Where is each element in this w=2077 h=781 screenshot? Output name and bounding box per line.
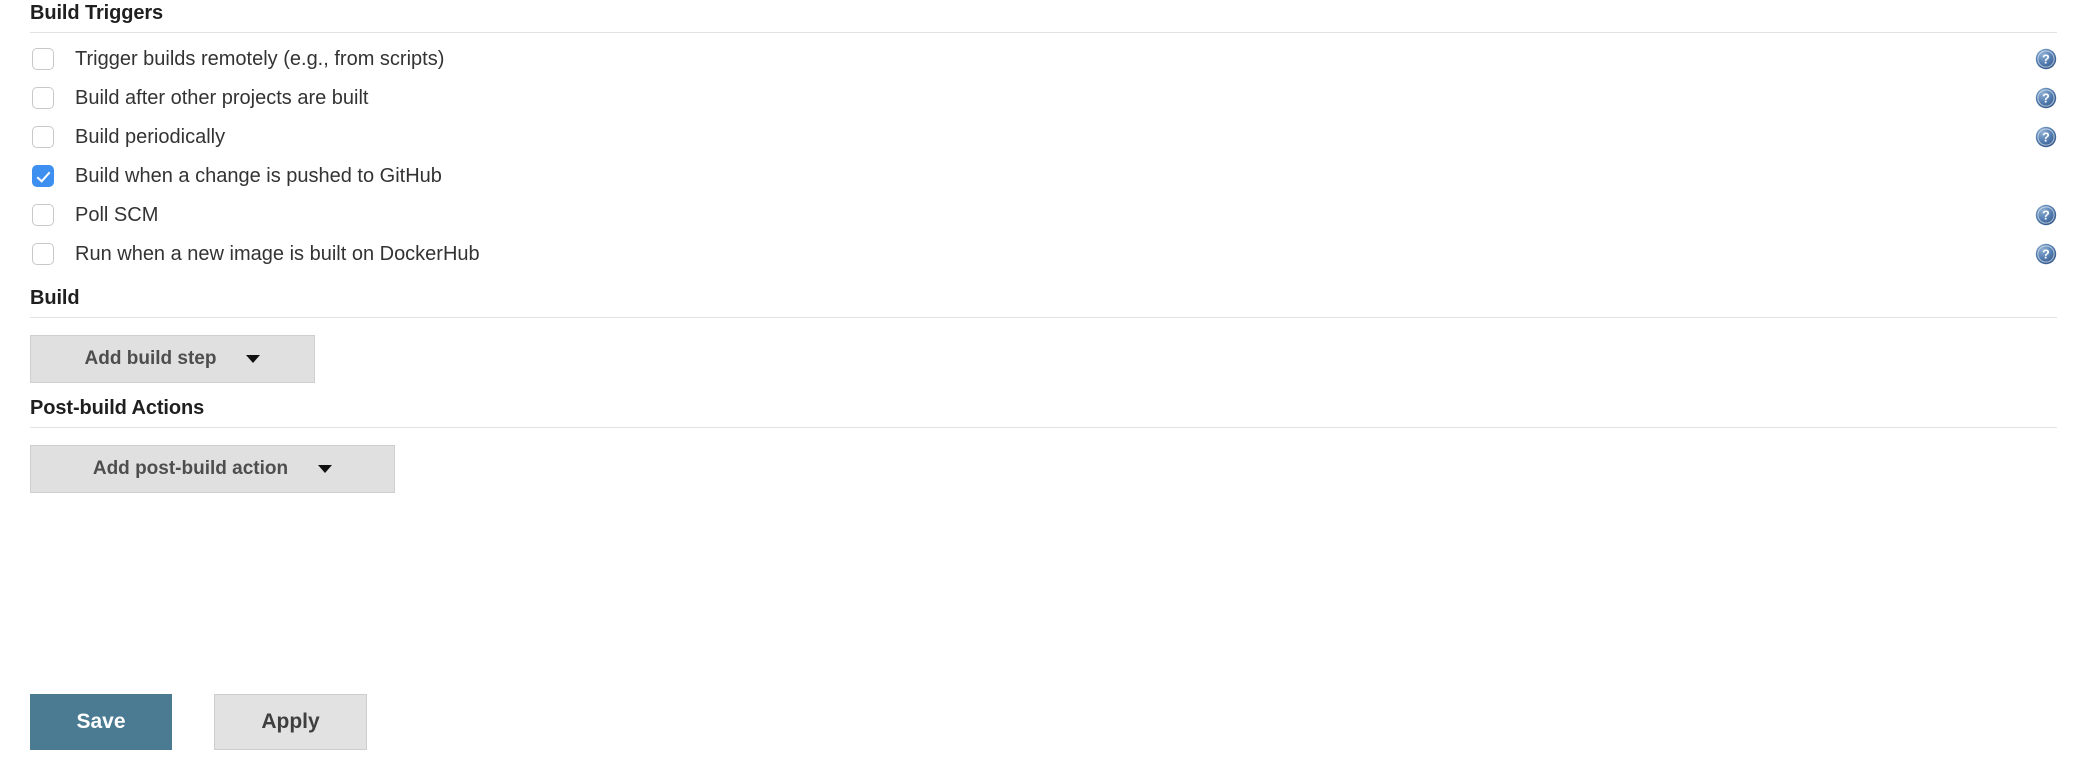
build-heading: Build [30,287,80,309]
build-triggers-list: Trigger builds remotely (e.g., from scri… [30,39,2057,273]
build-section: Build Add build step [30,285,2057,383]
trigger-row: Build when a change is pushed to GitHub [30,156,2057,195]
help-icon-slot: ? [2035,126,2057,148]
add-build-step-button[interactable]: Add build step [30,335,315,383]
trigger-label[interactable]: Build after other projects are built [75,86,369,110]
trigger-checkbox[interactable] [32,203,54,226]
chevron-down-icon [318,465,333,473]
svg-text:?: ? [2042,52,2050,66]
trigger-checkbox[interactable] [32,164,54,187]
section-divider [30,427,2057,428]
trigger-row: Run when a new image is built on DockerH… [30,234,2057,273]
add-post-build-action-button[interactable]: Add post-build action [30,445,395,493]
post-build-action-controls: Add post-build action [30,445,2057,493]
svg-text:?: ? [2042,130,2050,144]
trigger-row: Trigger builds remotely (e.g., from scri… [30,39,2057,78]
build-triggers-section: Build Triggers Trigger builds remotely (… [30,0,2057,273]
trigger-label[interactable]: Build periodically [75,125,225,149]
help-icon-slot: ? [2035,204,2057,226]
apply-button[interactable]: Apply [214,694,367,750]
trigger-checkbox[interactable] [32,86,54,109]
trigger-label[interactable]: Build when a change is pushed to GitHub [75,164,442,188]
help-icon[interactable]: ? [2035,204,2057,226]
section-divider [30,32,2057,33]
trigger-checkbox[interactable] [32,242,54,265]
trigger-row: Build periodically? [30,117,2057,156]
add-post-build-action-label: Add post-build action [92,458,289,479]
help-icon[interactable]: ? [2035,87,2057,109]
svg-text:?: ? [2042,91,2050,105]
help-icon[interactable]: ? [2035,126,2057,148]
trigger-checkbox[interactable] [32,47,54,70]
add-build-step-label: Add build step [84,348,217,369]
jenkins-job-config-page: Build Triggers Trigger builds remotely (… [0,0,2077,781]
form-action-buttons: Save Apply [30,694,367,750]
trigger-label[interactable]: Trigger builds remotely (e.g., from scri… [75,47,444,71]
help-icon[interactable]: ? [2035,48,2057,70]
section-divider [30,317,2057,318]
help-icon-slot: ? [2035,87,2057,109]
svg-text:?: ? [2042,247,2050,261]
build-step-controls: Add build step [30,335,2057,383]
help-icon-slot: ? [2035,48,2057,70]
build-triggers-heading: Build Triggers [30,2,164,24]
svg-text:?: ? [2042,208,2050,222]
help-icon-slot: ? [2035,243,2057,265]
trigger-label[interactable]: Run when a new image is built on DockerH… [75,242,480,266]
trigger-row: Poll SCM? [30,195,2057,234]
post-build-actions-heading: Post-build Actions [30,397,205,419]
save-button[interactable]: Save [30,694,172,750]
trigger-checkbox[interactable] [32,125,54,148]
trigger-row: Build after other projects are built? [30,78,2057,117]
post-build-actions-section: Post-build Actions Add post-build action [30,395,2057,493]
chevron-down-icon [246,355,261,363]
help-icon[interactable]: ? [2035,243,2057,265]
trigger-label[interactable]: Poll SCM [75,203,158,227]
